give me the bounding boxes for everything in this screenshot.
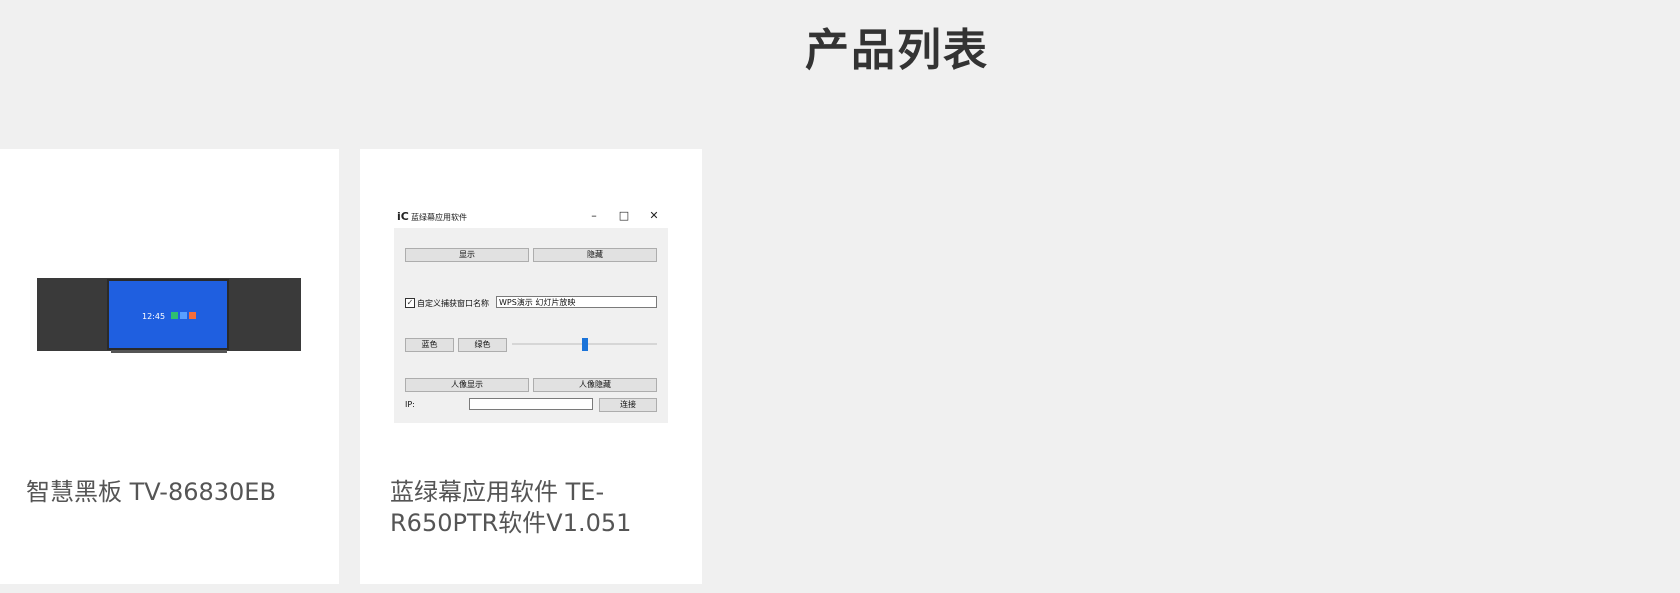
product-image-smart-blackboard[interactable]: 12:45 xyxy=(37,278,301,353)
product-image-software-window[interactable]: iC 蓝绿幕应用软件 – □ ✕ 显示 隐藏 ✓ 自定义捕获窗口名称 WPS演示… xyxy=(394,206,668,423)
app-logo: iC xyxy=(397,210,409,223)
hide-button: 隐藏 xyxy=(533,248,657,262)
close-icon: ✕ xyxy=(649,209,659,222)
app-icon-orange xyxy=(189,312,196,319)
ip-field xyxy=(469,398,593,410)
app-icon-blue xyxy=(180,312,187,319)
portrait-hide-button: 人像隐藏 xyxy=(533,378,657,392)
show-button: 显示 xyxy=(405,248,529,262)
app-icon-green xyxy=(171,312,178,319)
screen-stand xyxy=(111,350,227,353)
portrait-show-button: 人像显示 xyxy=(405,378,529,392)
maximize-icon: □ xyxy=(618,209,630,222)
custom-window-field: WPS演示 幻灯片放映 xyxy=(496,296,657,308)
window-title: 蓝绿幕应用软件 xyxy=(411,213,467,222)
page-title: 产品列表 xyxy=(805,25,989,76)
product-name[interactable]: 智慧黑板 TV-86830EB xyxy=(26,477,326,508)
product-card-green-screen-software[interactable]: iC 蓝绿幕应用软件 – □ ✕ 显示 隐藏 ✓ 自定义捕获窗口名称 WPS演示… xyxy=(360,149,702,584)
custom-window-checkbox: ✓ xyxy=(405,298,415,308)
screen-time: 12:45 xyxy=(142,312,165,321)
connect-button: 连接 xyxy=(599,398,657,412)
blue-button: 蓝色 xyxy=(405,338,454,352)
product-card-smart-blackboard[interactable]: 12:45 智慧黑板 TV-86830EB xyxy=(0,149,339,584)
custom-window-label: 自定义捕获窗口名称 xyxy=(417,299,489,308)
green-button: 绿色 xyxy=(458,338,507,352)
minimize-icon: – xyxy=(591,209,597,222)
slider-thumb xyxy=(581,338,588,351)
product-name[interactable]: 蓝绿幕应用软件 TE-R650PTR软件V1.051 xyxy=(390,477,690,539)
ip-label: IP: xyxy=(405,400,415,409)
window-titlebar: iC 蓝绿幕应用软件 – □ ✕ xyxy=(394,206,668,228)
screen-display xyxy=(109,281,227,348)
